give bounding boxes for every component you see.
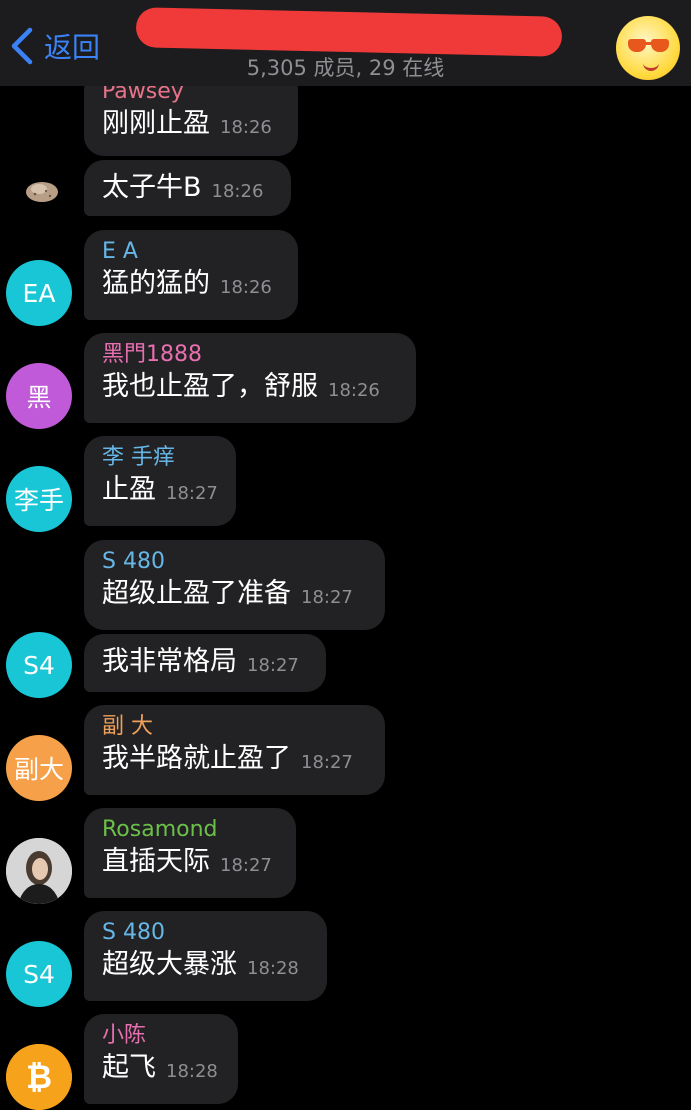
- smile-icon: [643, 60, 659, 71]
- message-text: 止盈: [102, 474, 156, 505]
- message-time: 18:26: [328, 380, 380, 401]
- message-time: 18:27: [220, 855, 272, 876]
- avatar-initials: 李手: [13, 486, 64, 515]
- group-avatar[interactable]: [616, 16, 680, 80]
- sender-name: Rosamond: [102, 817, 218, 842]
- avatar[interactable]: S4: [6, 941, 72, 1007]
- avatar[interactable]: EA: [6, 260, 72, 326]
- rock-photo-icon: [26, 182, 58, 202]
- message-text: 起飞: [102, 1052, 156, 1083]
- message-bubble[interactable]: 黑門1888 我也止盈了，舒服 18:26: [84, 333, 416, 423]
- sender-name: E A: [102, 239, 138, 264]
- svg-text:₿: ₿: [26, 1058, 52, 1096]
- sender-name: S 480: [102, 549, 165, 574]
- avatar[interactable]: 副大: [6, 735, 72, 801]
- avatar[interactable]: [24, 170, 60, 206]
- redacted-group-title: [135, 7, 563, 57]
- avatar[interactable]: S4: [6, 632, 72, 698]
- sender-name: 小陈: [102, 1023, 147, 1048]
- message-bubble[interactable]: 太子牛B 18:26: [84, 160, 291, 216]
- message-text: 直插天际: [102, 846, 210, 877]
- message-text: 我半路就止盈了: [102, 743, 291, 774]
- avatar-initials: 黑: [26, 383, 52, 412]
- message-text: 太子牛B: [102, 172, 202, 203]
- sender-name: 李 手痒: [102, 445, 175, 470]
- message-bubble[interactable]: S 480 超级大暴涨 18:28: [84, 911, 327, 1001]
- message-text: 超级止盈了准备: [102, 578, 291, 609]
- sunglasses-lens: [651, 39, 669, 52]
- message-time: 18:27: [247, 655, 299, 676]
- message-text: 猛的猛的: [102, 268, 210, 299]
- avatar-initials: EA: [22, 278, 56, 308]
- message-bubble[interactable]: E A 猛的猛的 18:26: [84, 230, 298, 320]
- avatar[interactable]: [6, 838, 72, 904]
- sender-name: 黑門1888: [102, 342, 202, 367]
- message-time: 18:27: [301, 752, 353, 773]
- message-bubble[interactable]: 副 大 我半路就止盈了 18:27: [84, 705, 385, 795]
- avatar-initials: 副大: [13, 755, 64, 784]
- chat-header: 返回 5,305 成员, 29 在线: [0, 0, 691, 86]
- message-bubble[interactable]: 李 手痒 止盈 18:27: [84, 436, 236, 526]
- message-text: 我也止盈了，舒服: [102, 371, 318, 402]
- message-text: 刚刚止盈: [102, 108, 210, 139]
- message-bubble[interactable]: 我非常格局 18:27: [84, 634, 326, 692]
- bitcoin-icon: ₿: [6, 1044, 72, 1110]
- avatar[interactable]: 黑: [6, 363, 72, 429]
- message-time: 18:28: [247, 958, 299, 979]
- sunglasses-icon: [628, 39, 646, 52]
- message-time: 18:26: [211, 181, 264, 202]
- message-time: 18:27: [301, 587, 353, 608]
- avatar-initials: S4: [23, 650, 55, 680]
- avatar[interactable]: ₿: [6, 1044, 72, 1110]
- sender-name: 副 大: [102, 714, 153, 739]
- message-time: 18:28: [166, 1061, 218, 1082]
- message-time: 18:26: [220, 117, 272, 138]
- message-text: 超级大暴涨: [102, 949, 237, 980]
- member-count: 5,305 成员, 29 在线: [246, 56, 445, 80]
- avatar-initials: S4: [23, 959, 55, 989]
- avatar[interactable]: 李手: [6, 466, 72, 532]
- person-photo-icon: [6, 838, 72, 904]
- message-time: 18:27: [166, 483, 218, 504]
- sender-name: S 480: [102, 920, 165, 945]
- message-text: 我非常格局: [102, 646, 237, 677]
- message-bubble[interactable]: Rosamond 直插天际 18:27: [84, 808, 296, 898]
- message-bubble[interactable]: 小陈 起飞 18:28: [84, 1014, 238, 1104]
- message-bubble[interactable]: S 480 超级止盈了准备 18:27: [84, 540, 385, 630]
- message-time: 18:26: [220, 277, 272, 298]
